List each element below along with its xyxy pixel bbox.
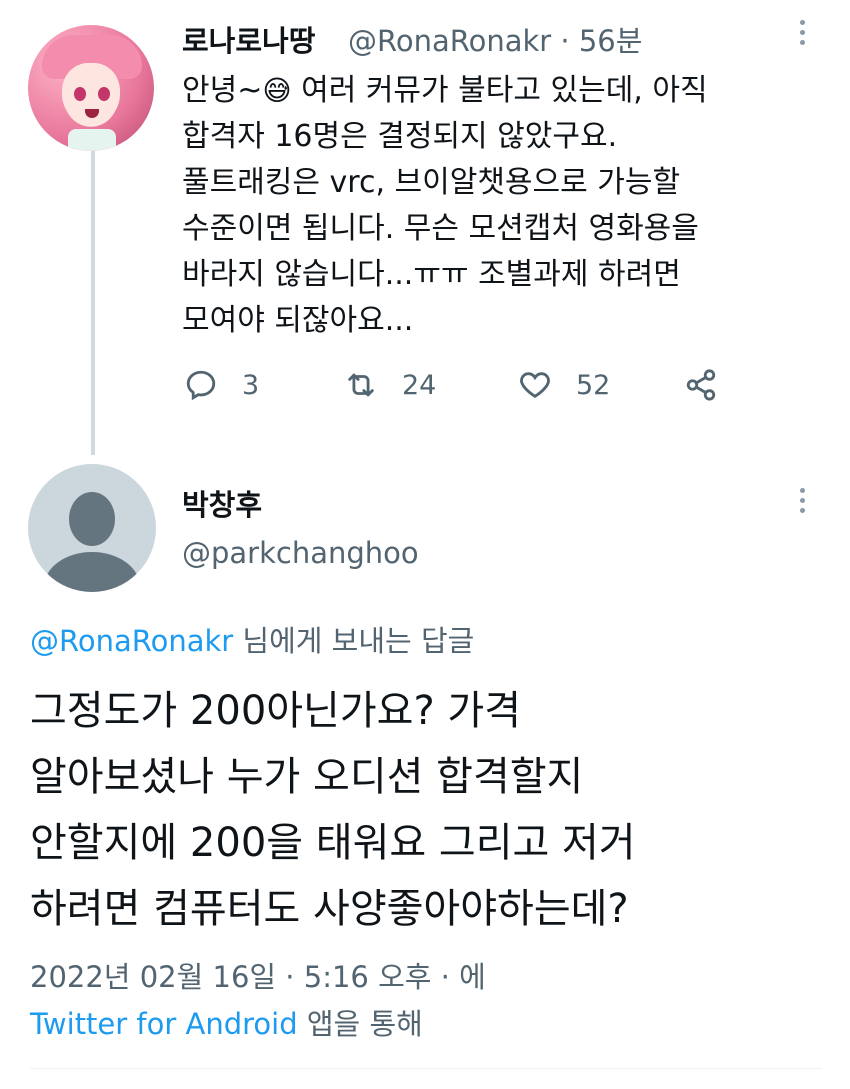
tweet-line-2: 합격자 16명은 결정되지 않았구요.	[182, 119, 618, 154]
reply-author-handle[interactable]: @parkchanghoo	[182, 536, 419, 570]
retweet-icon	[348, 373, 374, 397]
author-handle-text: @RonaRonakr	[348, 24, 552, 58]
reply-line-1: 그정도가 200아닌가요? 가격	[30, 688, 522, 734]
like-icon	[520, 372, 550, 398]
more-icon[interactable]	[800, 20, 806, 50]
tweet-line-4: 수준이면 됩니다. 무슨 모션캡처 영화용을	[182, 211, 699, 246]
reply-line-3: 안할지에 200을 태워요 그리고 저거	[30, 820, 636, 866]
tweet-timestamp[interactable]: 2022년 02월 16일 · 5:16 오후 · 에	[30, 954, 486, 996]
author-handle[interactable]: @RonaRonakr · 56분	[348, 18, 642, 60]
replying-to: @RonaRonakr 님에게 보내는 답글	[30, 618, 474, 660]
thread-connector-line	[91, 150, 95, 455]
tweet-source: Twitter for Android 앱을 통해	[30, 1001, 423, 1043]
tweet-line-3: 풀트래킹은 vrc, 브이알챗용으로 가능할	[182, 165, 681, 200]
tweet-actions: 3 24 52	[184, 368, 744, 408]
reply-line-2: 알아보셨나 누가 오디션 합격할지	[30, 754, 584, 800]
tweet-line-5: 바라지 않습니다...ㅠㅠ 조별과제 하려면	[182, 257, 681, 292]
replying-to-link[interactable]: @RonaRonakr	[30, 624, 233, 658]
reply-icon	[186, 370, 216, 401]
source-suffix: 앱을 통해	[306, 1007, 423, 1041]
tweet-time[interactable]: 56분	[579, 24, 643, 58]
like-button[interactable]: 52	[518, 368, 610, 402]
share-icon	[686, 369, 716, 401]
tweet-text: 안녕~😅 여러 커뮤가 불타고 있는데, 아직 합격자 16명은 결정되지 않았…	[182, 68, 822, 344]
reply-count: 3	[242, 369, 260, 401]
tweet-line-1: 안녕~😅 여러 커뮤가 불타고 있는데, 아직	[182, 73, 708, 108]
sweat-smile-emoji: 😅	[262, 74, 292, 107]
reply-text: 그정도가 200아닌가요? 가격 알아보셨나 누가 오디션 합격할지 안할지에 …	[30, 678, 830, 942]
reply-button[interactable]: 3	[184, 368, 259, 402]
like-count: 52	[576, 369, 611, 401]
separator: ·	[560, 24, 570, 58]
divider	[30, 1068, 822, 1069]
source-app-link[interactable]: Twitter for Android	[30, 1007, 298, 1041]
default-avatar[interactable]	[28, 464, 156, 592]
avatar[interactable]	[28, 25, 154, 151]
retweet-button[interactable]: 24	[344, 368, 436, 402]
author-display-name[interactable]: 로나로나땅	[182, 18, 315, 60]
reply-author-display-name[interactable]: 박창후	[182, 482, 262, 524]
share-button[interactable]	[684, 368, 742, 402]
reply-line-4: 하려면 컴퓨터도 사양좋아야하는데?	[30, 886, 629, 932]
tweet-line-6: 모여야 되잖아요...	[182, 303, 414, 338]
replying-to-suffix: 님에게 보내는 답글	[242, 624, 475, 658]
retweet-count: 24	[402, 369, 437, 401]
more-icon[interactable]	[800, 488, 806, 518]
